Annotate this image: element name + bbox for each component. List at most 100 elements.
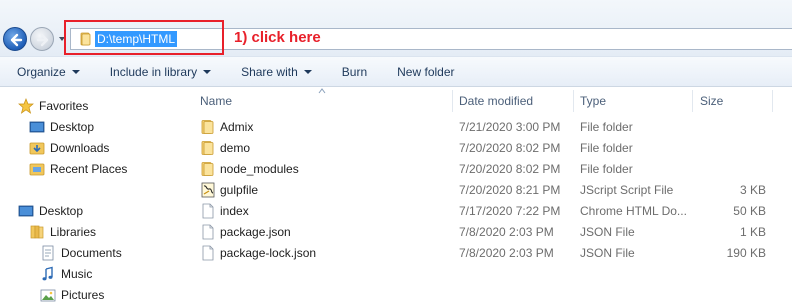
file-size — [690, 117, 766, 138]
nav-item-documents[interactable]: Documents — [40, 243, 122, 263]
organize-label: Organize — [17, 64, 66, 79]
click-here-annotation: 1) click here — [234, 29, 321, 46]
folder-icon — [200, 119, 216, 135]
column-divider[interactable] — [452, 90, 453, 112]
column-header-name[interactable]: Name — [200, 88, 232, 114]
share-with-label: Share with — [241, 64, 298, 79]
navigation-pane: Favorites Desktop Downloads Recent Place… — [0, 88, 180, 306]
file-date-modified: 7/8/2020 2:03 PM — [459, 225, 554, 239]
nav-item-desktop-favorite[interactable]: Desktop — [29, 117, 94, 137]
nav-item-favorites[interactable]: Favorites — [18, 96, 88, 116]
chevron-down-icon — [203, 69, 212, 74]
file-date-modified: 7/20/2020 8:21 PM — [459, 183, 561, 197]
column-divider[interactable] — [692, 90, 693, 112]
file-name: index — [220, 204, 249, 218]
nav-item-music[interactable]: Music — [40, 264, 92, 284]
include-in-library-menu[interactable]: Include in library — [109, 64, 212, 79]
file-date-modified: 7/20/2020 8:02 PM — [459, 141, 561, 155]
document-icon — [200, 203, 216, 219]
file-date-modified: 7/17/2020 7:22 PM — [459, 204, 561, 218]
star-icon — [18, 98, 34, 114]
organize-menu[interactable]: Organize — [17, 65, 80, 79]
file-name: gulpfile — [220, 183, 259, 197]
file-name: Admix — [220, 120, 254, 134]
folder-icon — [200, 140, 216, 156]
nav-label: Desktop — [39, 204, 84, 218]
downloads-folder-icon — [29, 140, 45, 156]
file-size: 1 KB — [739, 225, 766, 239]
libraries-icon — [29, 224, 45, 240]
sort-ascending-icon — [318, 88, 326, 94]
new-folder-label: New folder — [397, 64, 455, 79]
back-button[interactable] — [3, 27, 27, 51]
file-type: JSON File — [580, 246, 635, 260]
file-size: 190 KB — [726, 246, 766, 260]
column-divider[interactable] — [573, 90, 574, 112]
click-highlight-box — [64, 20, 224, 55]
burn-button[interactable]: Burn — [342, 65, 367, 79]
nav-label: Desktop — [50, 120, 95, 134]
new-folder-button[interactable]: New folder — [397, 65, 454, 79]
column-header-date-modified[interactable]: Date modified — [459, 88, 533, 114]
address-bar-area: D:\temp\HTML 1) click here — [0, 0, 792, 57]
nav-item-downloads[interactable]: Downloads — [29, 138, 109, 158]
music-icon — [40, 266, 56, 282]
file-size: 3 KB — [739, 183, 766, 197]
file-date-modified: 7/21/2020 3:00 PM — [459, 120, 561, 134]
file-name: package-lock.json — [220, 246, 317, 260]
folder-icon — [200, 161, 216, 177]
arrow-left-icon — [10, 33, 23, 47]
forward-button[interactable] — [30, 27, 54, 51]
file-list: Name Date modified Type Size Admix 7/21/2… — [180, 88, 792, 306]
file-row[interactable]: Admix 7/21/2020 3:00 PM File folder — [180, 117, 792, 138]
file-type: JScript Script File — [580, 183, 674, 197]
file-type: File folder — [580, 141, 633, 155]
recent-places-icon — [29, 161, 45, 177]
file-name: package.json — [220, 225, 291, 239]
file-size — [690, 159, 766, 180]
documents-icon — [40, 245, 56, 261]
nav-item-libraries[interactable]: Libraries — [29, 222, 96, 242]
nav-item-desktop[interactable]: Desktop — [18, 201, 83, 221]
share-with-menu[interactable]: Share with — [241, 65, 312, 79]
file-date-modified: 7/8/2020 2:03 PM — [459, 246, 554, 260]
file-type: File folder — [580, 120, 633, 134]
file-size — [690, 138, 766, 159]
column-header-size[interactable]: Size — [700, 88, 723, 114]
file-row[interactable]: gulpfile 7/20/2020 8:21 PM JScript Script … — [180, 180, 792, 201]
column-header-type[interactable]: Type — [580, 88, 606, 114]
nav-label: Favorites — [39, 99, 89, 113]
command-bar: Organize Include in library Share with B… — [0, 57, 792, 87]
nav-item-recent-places[interactable]: Recent Places — [29, 159, 127, 179]
file-name: demo — [220, 141, 251, 155]
file-size: 50 KB — [733, 204, 766, 218]
arrow-right-icon — [36, 33, 49, 47]
file-row[interactable]: package.json 7/8/2020 2:03 PM JSON File 1 K… — [180, 222, 792, 243]
burn-label: Burn — [341, 64, 368, 79]
pictures-icon — [40, 287, 56, 303]
nav-item-pictures[interactable]: Pictures — [40, 285, 104, 305]
file-date-modified: 7/20/2020 8:02 PM — [459, 162, 561, 176]
column-divider[interactable] — [772, 90, 773, 112]
script-icon — [200, 182, 216, 198]
nav-label: Libraries — [50, 225, 97, 239]
file-row[interactable]: index 7/17/2020 7:22 PM Chrome HTML Do... 5… — [180, 201, 792, 222]
nav-label: Recent Places — [50, 162, 128, 176]
desktop-icon — [18, 203, 34, 219]
file-type: File folder — [580, 162, 633, 176]
file-type: Chrome HTML Do... — [580, 204, 687, 218]
file-row[interactable]: demo 7/20/2020 8:02 PM File folder — [180, 138, 792, 159]
nav-label: Pictures — [61, 288, 105, 302]
chevron-down-icon — [303, 69, 312, 74]
file-name: node_modules — [220, 162, 299, 176]
file-type: JSON File — [580, 225, 635, 239]
document-icon — [200, 245, 216, 261]
file-row[interactable]: node_modules 7/20/2020 8:02 PM File folder — [180, 159, 792, 180]
document-icon — [200, 224, 216, 240]
nav-label: Documents — [61, 246, 122, 260]
file-row[interactable]: package-lock.json 7/8/2020 2:03 PM JSON Fi… — [180, 243, 792, 264]
nav-label: Downloads — [50, 141, 110, 155]
nav-label: Music — [61, 267, 93, 281]
desktop-icon — [29, 119, 45, 135]
include-in-library-label: Include in library — [109, 64, 198, 79]
